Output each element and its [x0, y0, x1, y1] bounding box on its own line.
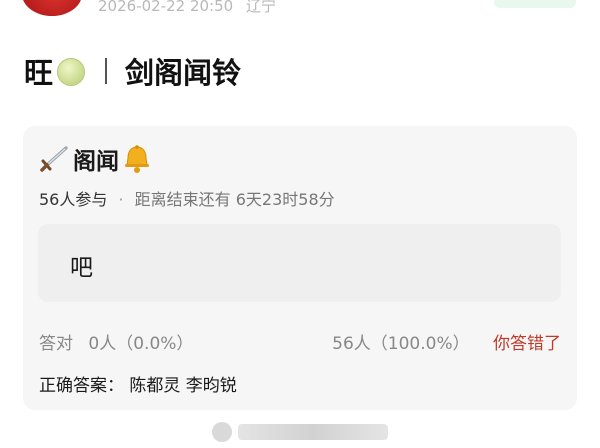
watermark-blur — [238, 424, 388, 440]
quiz-title: 阁闻 — [39, 142, 153, 176]
post-title: 旺 剑阁闻铃 — [24, 50, 241, 92]
correct-count: 0人（0.0%） — [88, 334, 194, 354]
melon-icon — [57, 58, 86, 86]
wrong-count: 56人（100.0%） — [332, 334, 470, 354]
meta-separator: · — [118, 190, 124, 209]
post-title-prefix: 旺 — [24, 56, 54, 90]
title-divider — [105, 58, 108, 84]
quiz-option-text: 吧 — [70, 255, 93, 281]
watermark-icon — [212, 422, 232, 442]
correct-label: 答对 — [39, 334, 73, 354]
wrong-stats: 56人（100.0%） 你答错了 — [332, 329, 561, 354]
avatar[interactable] — [22, 0, 82, 16]
correct-answer: 正确答案： 陈都灵 李昀锐 — [39, 371, 237, 396]
quiz-option[interactable]: 吧 — [38, 224, 561, 302]
post-header: 2026-02-22 20:50 辽宁 — [0, 0, 600, 20]
follow-button[interactable] — [494, 0, 576, 8]
quiz-card: 阁闻 56人参与 · 距离结束还有 6天23时58分 吧 答对 0人（0.0%）… — [23, 126, 577, 410]
watermark — [212, 422, 388, 442]
participant-count: 56人参与 — [39, 190, 108, 209]
post-meta: 2026-02-22 20:50 辽宁 — [98, 0, 284, 16]
sword-icon — [40, 146, 68, 172]
countdown: 距离结束还有 6天23时58分 — [134, 190, 335, 209]
your-result: 你答错了 — [493, 334, 561, 354]
quiz-meta: 56人参与 · 距离结束还有 6天23时58分 — [39, 186, 335, 210]
post-location: 辽宁 — [245, 0, 276, 15]
answer-value: 陈都灵 李昀锐 — [129, 376, 237, 396]
bell-icon — [125, 145, 149, 173]
post-timestamp: 2026-02-22 20:50 — [98, 0, 234, 15]
correct-stats: 答对 0人（0.0%） — [39, 329, 193, 354]
quiz-title-text: 阁闻 — [73, 149, 119, 175]
answer-label: 正确答案： — [39, 376, 124, 396]
post-title-main: 剑阁闻铃 — [125, 56, 242, 90]
